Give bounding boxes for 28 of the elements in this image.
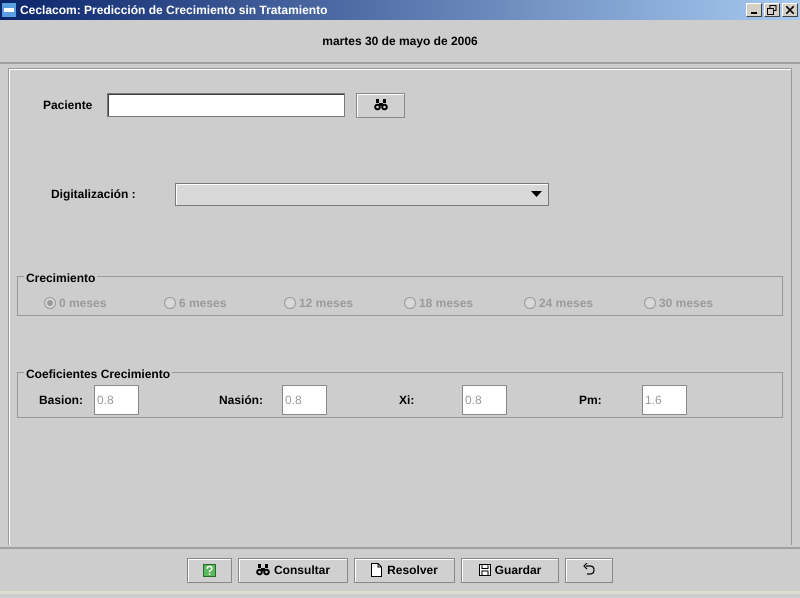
binoculars-icon — [374, 99, 388, 111]
solve-button[interactable]: Resolver — [354, 558, 455, 582]
help-icon — [203, 564, 216, 576]
patient-label: Paciente — [43, 97, 94, 114]
search-button[interactable] — [356, 92, 405, 118]
document-icon — [371, 563, 384, 577]
help-button[interactable] — [187, 558, 232, 582]
undo-button[interactable] — [565, 558, 613, 582]
coefficient-label: Basion: — [39, 392, 84, 409]
close-button[interactable] — [782, 3, 798, 17]
consult-button[interactable]: Consultar — [238, 558, 348, 582]
app-icon — [2, 3, 16, 17]
window-title: Ceclacom: Predicción de Crecimiento sin Tratamiento — [20, 2, 328, 19]
restore-icon — [767, 5, 777, 15]
digitization-dropdown[interactable] — [175, 182, 549, 206]
restore-button[interactable] — [764, 3, 780, 17]
date-label: martes 30 de mayo de 2006 — [322, 33, 478, 50]
coefficient-label: Pm: — [579, 392, 603, 409]
coefficient-label: Nasión: — [219, 392, 264, 409]
dropdown-arrow-icon — [531, 191, 542, 197]
undo-arrow-icon — [582, 563, 596, 577]
save-button[interactable]: Guardar — [461, 558, 559, 582]
digitization-label: Digitalización : — [51, 186, 137, 203]
patient-field[interactable] — [107, 93, 345, 117]
coefficient-label: Xi: — [399, 392, 416, 409]
minimize-button[interactable] — [746, 3, 762, 17]
close-icon — [786, 6, 794, 14]
binoculars-icon — [256, 564, 270, 576]
